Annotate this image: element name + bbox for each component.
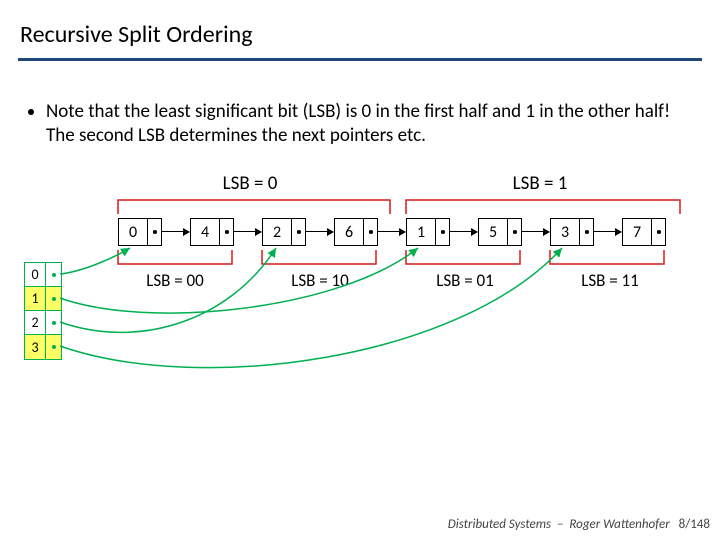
node-4-ptr — [435, 219, 449, 245]
lsb-bottom-01: LSB = 01 — [420, 270, 510, 291]
bucket-1-num: 1 — [25, 290, 45, 307]
node-4: 1 — [406, 218, 450, 246]
node-6: 3 — [550, 218, 594, 246]
node-3: 6 — [334, 218, 378, 246]
arrow-5-6 — [522, 231, 549, 232]
node-2-ptr — [291, 219, 305, 245]
lsb-bottom-11: LSB = 11 — [565, 270, 655, 291]
bucket-2-num: 2 — [25, 314, 45, 331]
node-0: 0 — [118, 218, 162, 246]
node-7-ptr — [651, 219, 665, 245]
node-2: 2 — [262, 218, 306, 246]
footer-course: Distributed Systems — [448, 517, 551, 532]
bucket-3-ptr — [45, 335, 61, 359]
lsb-top-right: LSB = 1 — [500, 172, 580, 195]
bucket-table: 0 1 2 3 — [24, 262, 62, 360]
bullet-text: Note that the least significant bit (LSB… — [46, 100, 688, 148]
bucket-2: 2 — [25, 311, 61, 335]
bucket-0: 0 — [25, 263, 61, 287]
bucket-1: 1 — [25, 287, 61, 311]
bucket-1-ptr — [45, 287, 61, 310]
node-0-val: 0 — [119, 223, 147, 242]
arrow-2-3 — [306, 231, 333, 232]
node-3-val: 6 — [335, 223, 363, 242]
footer-sep: – — [557, 517, 563, 532]
arrow-4-5 — [450, 231, 477, 232]
lsb-bottom-10: LSB = 10 — [275, 270, 365, 291]
bucket-0-num: 0 — [25, 266, 45, 283]
footer-author: Roger Wattenhofer — [569, 517, 669, 532]
bucket-0-ptr — [45, 263, 61, 286]
lsb-bottom-00: LSB = 00 — [130, 270, 220, 291]
arrow-0-1 — [162, 231, 189, 232]
node-4-val: 1 — [407, 223, 435, 242]
bucket-3: 3 — [25, 335, 61, 359]
arrow-1-2 — [234, 231, 261, 232]
node-0-ptr — [147, 219, 161, 245]
node-7-val: 7 — [623, 223, 651, 242]
bullet-block: Note that the least significant bit (LSB… — [28, 100, 688, 148]
node-6-val: 3 — [551, 223, 579, 242]
arrow-6-7 — [594, 231, 621, 232]
node-7: 7 — [622, 218, 666, 246]
bucket-3-num: 3 — [25, 339, 45, 356]
node-1: 4 — [190, 218, 234, 246]
footer-page: 8/148 — [679, 517, 710, 532]
page-title: Recursive Split Ordering — [20, 20, 253, 49]
footer: Distributed Systems – Roger Wattenhofer … — [448, 517, 710, 532]
node-1-ptr — [219, 219, 233, 245]
node-5-val: 5 — [479, 223, 507, 242]
node-1-val: 4 — [191, 223, 219, 242]
node-2-val: 2 — [263, 223, 291, 242]
node-6-ptr — [579, 219, 593, 245]
arrow-3-4 — [378, 231, 405, 232]
node-5: 5 — [478, 218, 522, 246]
lsb-top-left: LSB = 0 — [210, 172, 290, 195]
node-3-ptr — [363, 219, 377, 245]
title-underline — [18, 58, 702, 61]
bucket-2-ptr — [45, 311, 61, 334]
node-5-ptr — [507, 219, 521, 245]
